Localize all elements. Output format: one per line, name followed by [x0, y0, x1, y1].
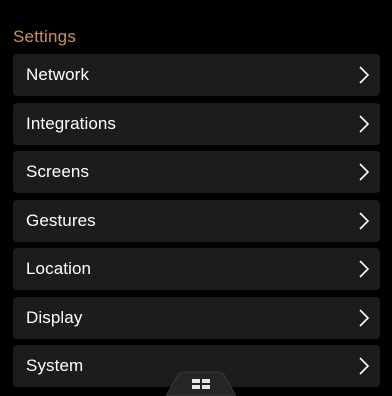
settings-item-label: Network	[26, 65, 90, 84]
chevron-right-icon	[359, 114, 370, 133]
settings-item-location[interactable]: Location	[13, 248, 380, 290]
settings-item-label: Location	[26, 259, 92, 278]
settings-item-label: Display	[26, 307, 83, 327]
settings-list: Network Integrations Screens Gestures Lo…	[13, 54, 380, 394]
settings-item-screens[interactable]: Screens	[13, 151, 380, 193]
settings-item-label: Gestures	[26, 210, 96, 230]
settings-item-integrations[interactable]: Integrations	[13, 102, 380, 145]
settings-item-network[interactable]: Network	[13, 54, 380, 96]
chevron-right-icon	[359, 66, 370, 84]
chevron-right-icon	[359, 260, 370, 278]
settings-item-label: Screens	[26, 162, 90, 181]
chevron-right-icon	[359, 357, 370, 375]
app-drawer-button[interactable]	[166, 371, 236, 396]
settings-item-display[interactable]: Display	[13, 296, 380, 339]
chevron-right-icon	[359, 308, 370, 327]
chevron-right-icon	[359, 163, 370, 181]
settings-screen: Settings Network Integrations Screens Ge…	[0, 0, 392, 396]
chevron-right-icon	[359, 211, 370, 230]
settings-item-label: System	[26, 356, 84, 375]
settings-item-label: Integrations	[26, 113, 117, 133]
page-title: Settings	[13, 27, 77, 46]
settings-item-gestures[interactable]: Gestures	[13, 199, 380, 242]
